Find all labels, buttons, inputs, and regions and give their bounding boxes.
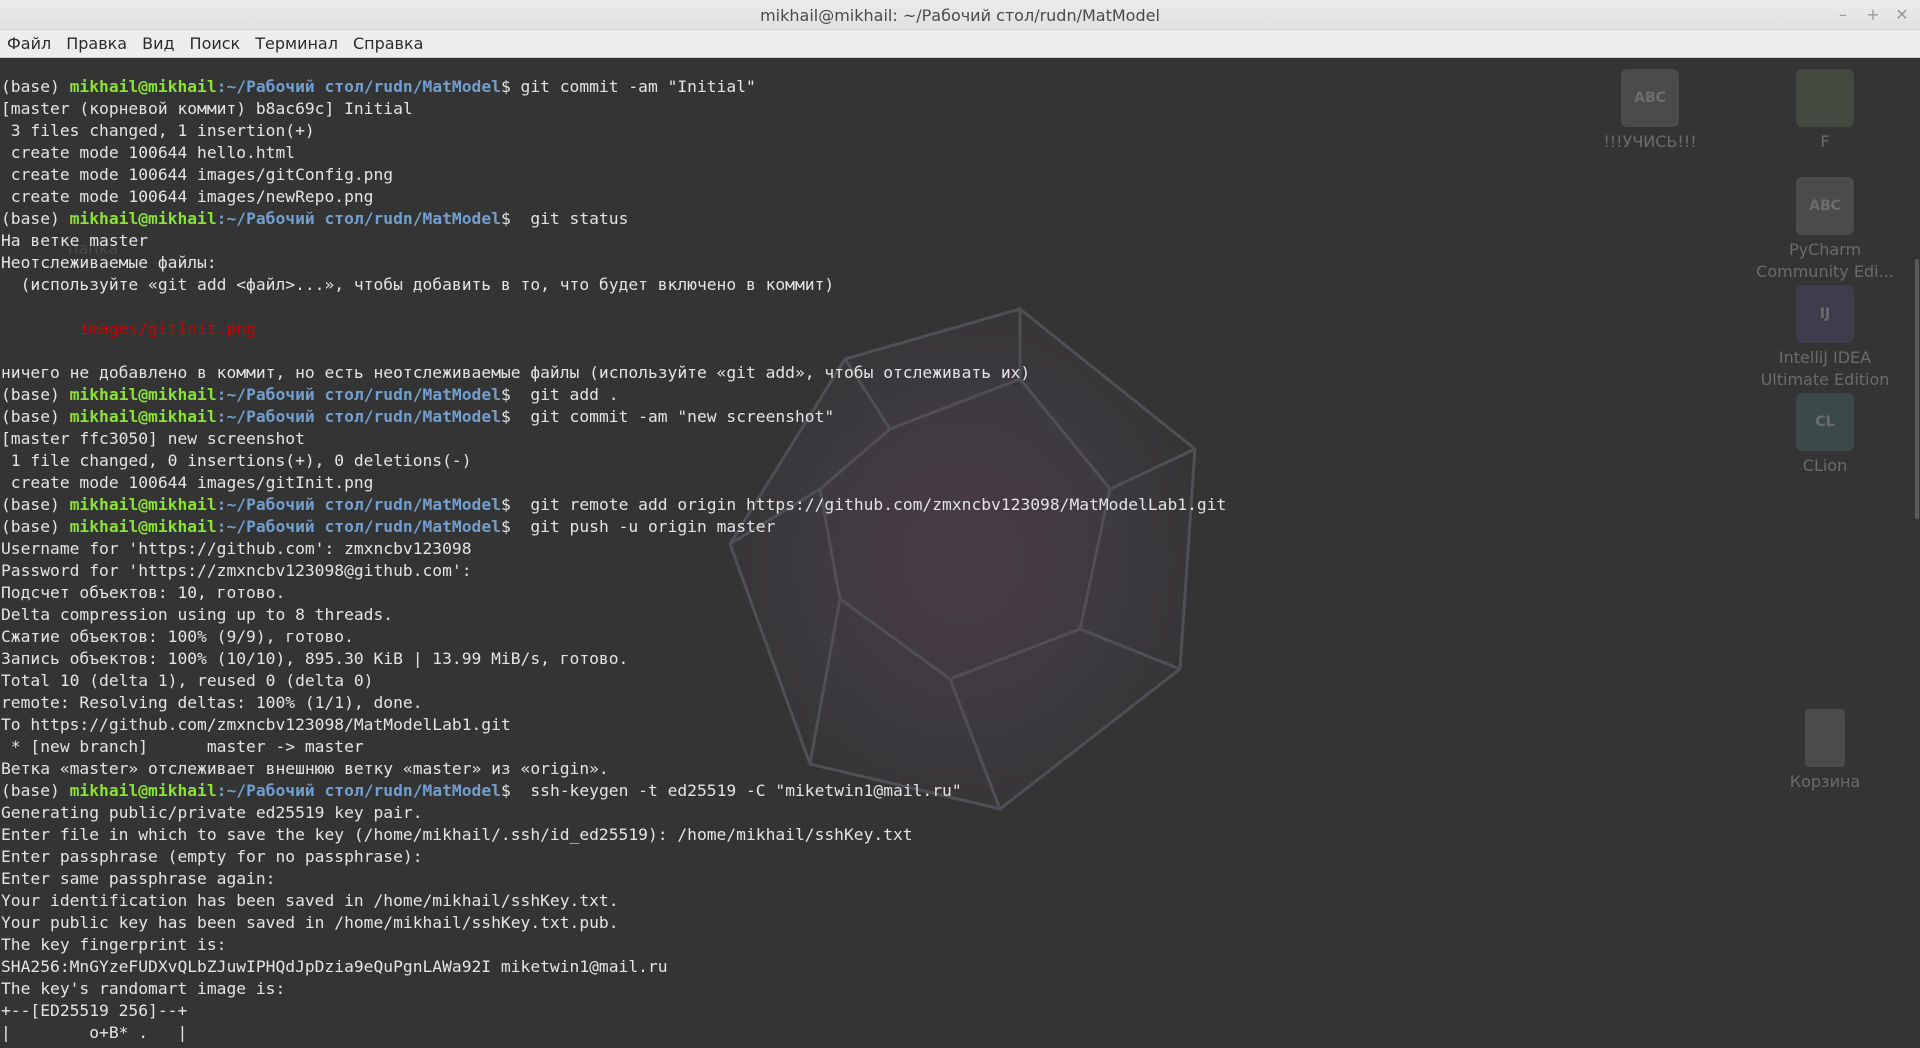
prompt-line: (base) mikhail@mikhail:~/Рабочий стол/ru… — [1, 208, 1901, 230]
prompt-prefix: (base) — [1, 209, 70, 228]
window-title: mikhail@mikhail: ~/Рабочий стол/rudn/Mat… — [760, 6, 1160, 25]
command-text: $ git status — [500, 209, 629, 228]
prompt-prefix: (base) — [1, 781, 70, 800]
prompt-path: :~/Рабочий стол/rudn/MatModel — [216, 77, 501, 96]
output-line: create mode 100644 hello.html — [1, 143, 296, 162]
title-bar[interactable]: mikhail@mikhail: ~/Рабочий стол/rudn/Mat… — [0, 0, 1920, 30]
output-line: ничего не добавлено в коммит, но есть не… — [1, 363, 1031, 382]
output-line: На ветке master — [1, 231, 149, 250]
output-line: | o+B* . | — [1, 1023, 188, 1042]
output-line: (используйте «git add <файл>...», чтобы … — [1, 275, 835, 294]
prompt-path: :~/Рабочий стол/rudn/MatModel — [216, 517, 501, 536]
menu-view[interactable]: Вид — [142, 32, 174, 55]
output-line: Enter file in which to save the key (/ho… — [1, 825, 913, 844]
menu-bar: Файл Правка Вид Поиск Терминал Справка — [0, 30, 1920, 58]
output-line: remote: Resolving deltas: 100% (1/1), do… — [1, 693, 423, 712]
prompt-line: (base) mikhail@mikhail:~/Рабочий стол/ru… — [1, 406, 1901, 428]
command-text: $ git commit -am "new screenshot" — [500, 407, 835, 426]
output-line: Сжатие объектов: 100% (9/9), готово. — [1, 627, 354, 646]
output-line: +--[ED25519 256]--+ — [1, 1001, 188, 1020]
output-line: Delta compression using up to 8 threads. — [1, 605, 394, 624]
command-text: $ git remote add origin https://github.c… — [500, 495, 1227, 514]
output-line: Your identification has been saved in /h… — [1, 891, 619, 910]
output-line: Ветка «master» отслеживает внешнюю ветку… — [1, 759, 609, 778]
prompt-line: (base) mikhail@mikhail:~/Рабочий стол/ru… — [1, 516, 1901, 538]
prompt-user: mikhail@mikhail — [69, 385, 217, 404]
menu-file[interactable]: Файл — [7, 32, 51, 55]
output-line: 1 file changed, 0 insertions(+), 0 delet… — [1, 451, 472, 470]
prompt-prefix: (base) — [1, 77, 70, 96]
prompt-user: mikhail@mikhail — [69, 781, 217, 800]
output-line: Подсчет объектов: 10, готово. — [1, 583, 286, 602]
output-line: Enter same passphrase again: — [1, 869, 276, 888]
prompt-path: :~/Рабочий стол/rudn/MatModel — [216, 781, 501, 800]
output-line: 3 files changed, 1 insertion(+) — [1, 121, 315, 140]
menu-help[interactable]: Справка — [353, 32, 424, 55]
close-button[interactable]: ✕ — [1891, 4, 1913, 26]
output-line: SHA256:MnGYzeFUDXvQLbZJuwIPHQdJpDzia9eQu… — [1, 957, 668, 976]
output-line: To https://github.com/zmxncbv123098/MatM… — [1, 715, 511, 734]
output-line: Username for 'https://github.com': zmxnc… — [1, 539, 472, 558]
prompt-prefix: (base) — [1, 495, 70, 514]
terminal-window: mikhail@mikhail: ~/Рабочий стол/rudn/Mat… — [0, 0, 1920, 1048]
untracked-file-line: images/gitInit.png — [1, 319, 256, 338]
scrollbar-thumb[interactable] — [1915, 259, 1919, 519]
prompt-user: mikhail@mikhail — [69, 77, 217, 96]
output-line: Generating public/private ed25519 key pa… — [1, 803, 423, 822]
terminal-scrollbar[interactable] — [1912, 59, 1920, 1048]
maximize-button[interactable]: + — [1862, 4, 1884, 26]
prompt-line: (base) mikhail@mikhail:~/Рабочий стол/ru… — [1, 384, 1901, 406]
prompt-path: :~/Рабочий стол/rudn/MatModel — [216, 209, 501, 228]
terminal-area[interactable]: ABC !!!УЧИСЬ!!! F ABC PyCharm Community … — [0, 59, 1920, 1048]
output-line: Неотслеживаемые файлы: — [1, 253, 217, 272]
output-line: Total 10 (delta 1), reused 0 (delta 0) — [1, 671, 374, 690]
output-line: * [new branch] master -> master — [1, 737, 364, 756]
prompt-prefix: (base) — [1, 407, 70, 426]
command-text: $ git commit -am "Initial" — [500, 77, 756, 96]
prompt-user: mikhail@mikhail — [69, 209, 217, 228]
terminal-output: (base) mikhail@mikhail:~/Рабочий стол/ru… — [1, 76, 1901, 1044]
output-line: The key fingerprint is: — [1, 935, 227, 954]
prompt-line: (base) mikhail@mikhail:~/Рабочий стол/ru… — [1, 780, 1901, 802]
prompt-line: (base) mikhail@mikhail:~/Рабочий стол/ru… — [1, 76, 1901, 98]
prompt-prefix: (base) — [1, 385, 70, 404]
prompt-user: mikhail@mikhail — [69, 517, 217, 536]
prompt-user: mikhail@mikhail — [69, 407, 217, 426]
menu-edit[interactable]: Правка — [66, 32, 127, 55]
output-line: create mode 100644 images/gitInit.png — [1, 473, 374, 492]
prompt-path: :~/Рабочий стол/rudn/MatModel — [216, 495, 501, 514]
prompt-path: :~/Рабочий стол/rudn/MatModel — [216, 385, 501, 404]
minimize-button[interactable]: – — [1832, 4, 1854, 26]
output-line: The key's randomart image is: — [1, 979, 286, 998]
output-line: Your public key has been saved in /home/… — [1, 913, 619, 932]
output-line: Password for 'https://zmxncbv123098@gith… — [1, 561, 472, 580]
prompt-user: mikhail@mikhail — [69, 495, 217, 514]
output-line: [master ffc3050] new screenshot — [1, 429, 305, 448]
prompt-prefix: (base) — [1, 517, 70, 536]
command-text: $ git add . — [500, 385, 619, 404]
output-line: create mode 100644 images/gitConfig.png — [1, 165, 394, 184]
output-line: create mode 100644 images/newRepo.png — [1, 187, 374, 206]
command-text: $ ssh-keygen -t ed25519 -C "miketwin1@ma… — [500, 781, 962, 800]
output-line: [master (корневой коммит) b8ac69c] Initi… — [1, 99, 413, 118]
command-text: $ git push -u origin master — [500, 517, 776, 536]
prompt-line: (base) mikhail@mikhail:~/Рабочий стол/ru… — [1, 494, 1901, 516]
prompt-path: :~/Рабочий стол/rudn/MatModel — [216, 407, 501, 426]
menu-search[interactable]: Поиск — [190, 32, 241, 55]
menu-terminal[interactable]: Терминал — [255, 32, 338, 55]
output-line: Запись объектов: 100% (10/10), 895.30 Ki… — [1, 649, 629, 668]
output-line: Enter passphrase (empty for no passphras… — [1, 847, 423, 866]
